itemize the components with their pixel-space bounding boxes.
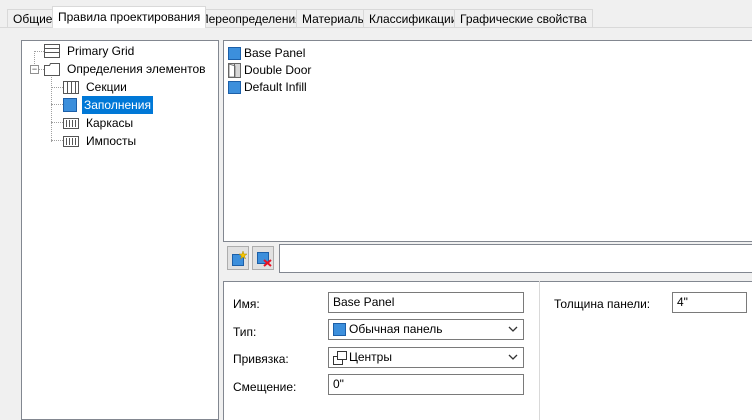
centers-icon	[333, 351, 347, 365]
tree-item-sections[interactable]: Секции	[63, 78, 213, 96]
tree-label: Заполнения	[82, 96, 153, 114]
new-infill-button[interactable]	[227, 246, 249, 270]
design-rules-tree[interactable]: Primary Grid − Определения элементов Сек…	[21, 40, 219, 420]
tree-label: Primary Grid	[67, 44, 135, 58]
delete-infill-icon	[257, 252, 272, 267]
tab-materials[interactable]: Материалы	[296, 9, 373, 27]
tree-label: Импосты	[86, 134, 137, 148]
tab-display-properties[interactable]: Графические свойства	[454, 9, 593, 27]
tab-classifications[interactable]: Классификации	[363, 9, 464, 27]
chevron-down-icon	[508, 326, 518, 332]
description-field[interactable]	[279, 244, 752, 273]
offset-label: Смещение:	[233, 380, 297, 394]
frame-icon	[63, 118, 79, 129]
list-item-double-door[interactable]: Double Door	[228, 62, 428, 79]
list-item-label: Default Infill	[244, 80, 307, 94]
new-infill-icon	[232, 251, 247, 266]
panel-icon	[228, 47, 241, 60]
tree-item-mullions[interactable]: Импосты	[63, 132, 213, 150]
tree-label: Каркасы	[86, 116, 134, 130]
mullion-icon	[63, 136, 79, 147]
collapse-icon[interactable]: −	[30, 65, 39, 74]
tree-item-infills[interactable]: Заполнения	[63, 96, 213, 114]
thickness-label: Толщина панели:	[554, 297, 651, 311]
door-icon	[228, 63, 241, 78]
list-item-default-infill[interactable]: Default Infill	[228, 79, 428, 96]
tab-overrides[interactable]: Переопределения	[194, 9, 308, 27]
list-item-base-panel[interactable]: Base Panel	[228, 45, 428, 62]
binding-value: Центры	[349, 350, 392, 364]
offset-input[interactable]: 0"	[328, 374, 524, 395]
tree-item-element-definitions[interactable]: Определения элементов	[44, 60, 214, 78]
panel-icon	[333, 323, 346, 336]
tree-item-frames[interactable]: Каркасы	[63, 114, 213, 132]
chevron-down-icon	[508, 354, 518, 360]
properties-separator	[539, 281, 540, 420]
infill-list[interactable]: Base Panel Double Door Default Infill	[223, 40, 752, 242]
grid-icon	[44, 44, 60, 58]
properties-panel: Имя: Base Panel Тип: Обычная панель Прив…	[223, 281, 752, 420]
panel-icon	[228, 81, 241, 94]
name-input[interactable]: Base Panel	[328, 292, 524, 313]
list-toolbar	[223, 243, 752, 275]
tree-item-primary-grid[interactable]: Primary Grid	[44, 42, 214, 60]
type-value: Обычная панель	[349, 322, 443, 336]
folder-icon	[44, 63, 60, 76]
panel-icon	[63, 98, 77, 112]
list-item-label: Double Door	[244, 63, 312, 77]
binding-label: Привязка:	[233, 352, 289, 366]
tree-label: Секции	[86, 80, 127, 94]
tab-general[interactable]: Общие	[7, 9, 59, 27]
binding-select[interactable]: Центры	[328, 347, 524, 368]
list-item-label: Base Panel	[244, 46, 306, 60]
section-icon	[63, 81, 79, 94]
tree-label: Определения элементов	[67, 62, 206, 76]
thickness-input[interactable]: 4"	[672, 292, 747, 313]
type-select[interactable]: Обычная панель	[328, 319, 524, 340]
delete-infill-button[interactable]	[252, 246, 274, 270]
tab-strip: Общие Правила проектирования Переопредел…	[0, 0, 752, 28]
type-label: Тип:	[233, 325, 257, 339]
name-label: Имя:	[233, 297, 260, 311]
tab-design-rules[interactable]: Правила проектирования	[52, 6, 207, 28]
